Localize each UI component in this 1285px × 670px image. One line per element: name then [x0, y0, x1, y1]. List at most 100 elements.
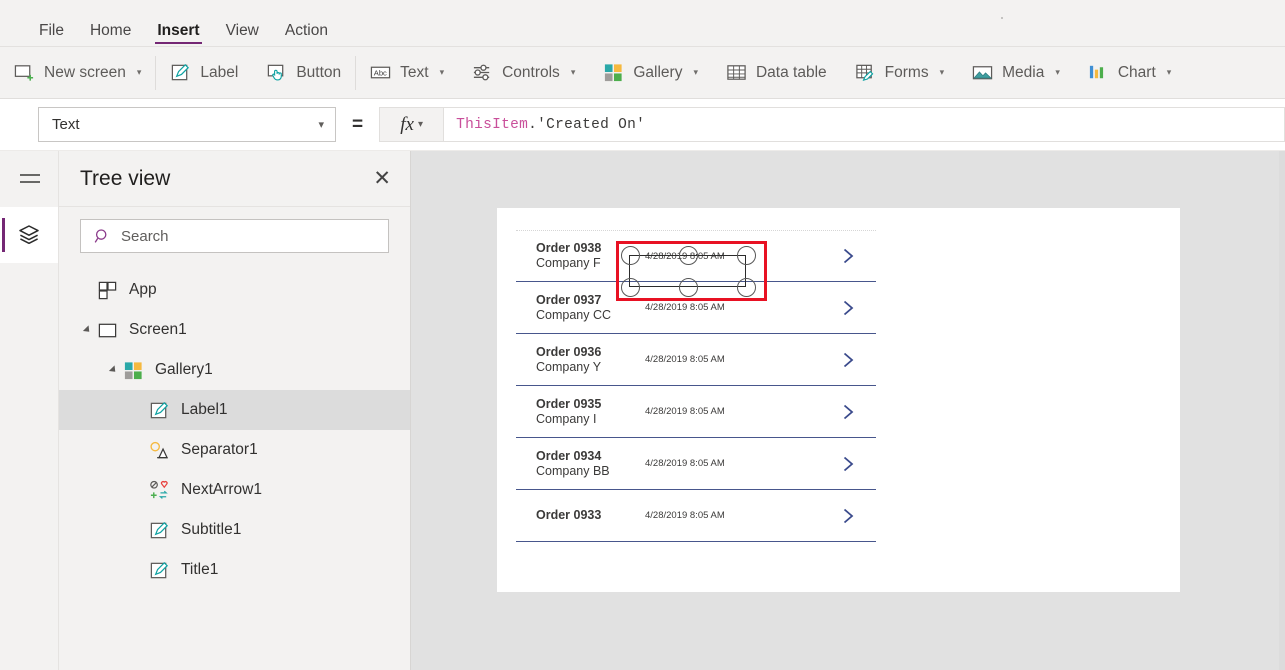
power-apps-studio-window: File Home Insert View Action New screen …: [0, 0, 1285, 670]
forms-icon: [855, 64, 874, 82]
chevron-down-icon: ▾: [1055, 67, 1060, 77]
next-arrow-chevron-icon[interactable]: [838, 246, 858, 266]
tree-view-rail-button[interactable]: [0, 207, 58, 263]
expander-triangle-icon[interactable]: [82, 325, 93, 335]
gallery-row-subtitle: Company I: [536, 411, 597, 426]
ribbon-media-button[interactable]: Media ▾: [958, 47, 1074, 98]
fx-label: fx: [400, 113, 414, 135]
app-screen-preview[interactable]: Order 0938 Company F 4/28/2019 8:05 AM O…: [497, 208, 1180, 592]
chevron-down-icon: ▾: [318, 119, 324, 131]
menu-item-file[interactable]: File: [26, 22, 77, 47]
ribbon-label: Data table: [755, 63, 827, 81]
ribbon-button-button[interactable]: Button: [252, 47, 355, 98]
tree-node-label: Subtitle1: [181, 521, 242, 538]
ribbon-label: Media: [1002, 63, 1045, 81]
gallery-row-date: 4/28/2019 8:05 AM: [645, 458, 725, 469]
tree-node-label: NextArrow1: [181, 481, 262, 498]
gallery-row[interactable]: Order 0935 Company I 4/28/2019 8:05 AM: [516, 386, 876, 438]
next-arrow-chevron-icon[interactable]: [838, 454, 858, 474]
insert-ribbon: New screen ▾ Label Button Abc Text ▾ Con…: [0, 46, 1285, 99]
ribbon-label: Gallery: [633, 63, 683, 81]
hamburger-icon: [19, 174, 40, 183]
chevron-down-icon: ▾: [439, 67, 445, 77]
search-input[interactable]: Search: [80, 219, 389, 253]
ribbon-chart-button[interactable]: Chart ▾: [1074, 47, 1185, 98]
fx-button[interactable]: fx ▾: [379, 107, 445, 142]
button-icon: [268, 64, 284, 81]
hamburger-menu-button[interactable]: [0, 151, 59, 207]
next-arrow-chevron-icon[interactable]: [838, 402, 858, 422]
ribbon-forms-button[interactable]: Forms ▾: [841, 47, 958, 98]
gallery-row[interactable]: Order 0934 Company BB 4/28/2019 8:05 AM: [516, 438, 876, 490]
formula-token-object: ThisItem: [456, 116, 529, 133]
next-arrow-chevron-icon[interactable]: [838, 298, 858, 318]
left-icon-rail: [0, 151, 59, 670]
tree-node-label1[interactable]: Label1: [59, 390, 410, 430]
label-icon: [150, 401, 169, 418]
gallery-row[interactable]: Order 0933 4/28/2019 8:05 AM: [516, 490, 876, 542]
ribbon-new-screen-button[interactable]: New screen ▾: [0, 47, 155, 98]
ribbon-text-button[interactable]: Abc Text ▾: [356, 47, 458, 98]
tree-node-label: Gallery1: [155, 361, 213, 378]
property-dropdown[interactable]: Text ▾: [38, 107, 336, 142]
tree-node-screen1[interactable]: Screen1: [59, 310, 410, 350]
equals-sign: =: [352, 113, 364, 135]
gallery-row-date: 4/28/2019 8:05 AM: [645, 302, 725, 313]
menu-item-view[interactable]: View: [213, 22, 272, 47]
tree-node-label: App: [129, 281, 157, 298]
gallery-row[interactable]: Order 0937 Company CC 4/28/2019 8:05 AM: [516, 282, 876, 334]
gallery-row-date: 4/28/2019 8:05 AM: [645, 354, 725, 365]
label-icon: [150, 521, 169, 538]
media-image-icon: [972, 66, 993, 80]
tree-node-gallery1[interactable]: Gallery1: [59, 350, 410, 390]
menu-item-action[interactable]: Action: [272, 22, 341, 47]
menu-item-home[interactable]: Home: [77, 22, 144, 47]
gallery-row[interactable]: Order 0936 Company Y 4/28/2019 8:05 AM: [516, 334, 876, 386]
chevron-down-icon: ▾: [1166, 67, 1172, 77]
chevron-down-icon: ▾: [136, 67, 142, 77]
gallery-row-date: 4/28/2019 8:05 AM: [645, 510, 725, 521]
ribbon-label-button[interactable]: Label: [156, 47, 252, 98]
layers-icon: [19, 225, 39, 245]
ribbon-label: Text: [400, 63, 429, 81]
tree-node-title1[interactable]: Title1: [59, 550, 410, 590]
tree-node-app[interactable]: App: [59, 270, 410, 310]
ribbon-controls-button[interactable]: Controls ▾: [458, 47, 589, 98]
tree-node-separator1[interactable]: Separator1: [59, 430, 410, 470]
chevron-down-icon: ▾: [570, 67, 576, 77]
tree-view-panel: Tree view ✕ Search App Screen1 Gallery1 …: [59, 151, 411, 670]
gallery-row-title: Order 0936: [536, 344, 602, 359]
ribbon-data-table-button[interactable]: Data table: [712, 47, 841, 98]
data-table-icon: [727, 65, 746, 80]
label-icon: [150, 561, 169, 578]
tree-node-subtitle1[interactable]: Subtitle1: [59, 510, 410, 550]
canvas-area[interactable]: Order 0938 Company F 4/28/2019 8:05 AM O…: [411, 151, 1285, 670]
ribbon-label: Forms: [884, 63, 929, 81]
ribbon-label: Controls: [502, 63, 560, 81]
gallery-control[interactable]: Order 0938 Company F 4/28/2019 8:05 AM O…: [516, 230, 876, 550]
gallery-row[interactable]: Order 0938 Company F 4/28/2019 8:05 AM: [516, 230, 876, 282]
gallery-row-text: Order 0937 Company CC: [536, 293, 631, 323]
expander-triangle-icon[interactable]: [108, 365, 119, 375]
status-dot: [1001, 17, 1003, 19]
formula-token-property: .'Created On': [528, 116, 646, 133]
tree-node-nextarrow1[interactable]: NextArrow1: [59, 470, 410, 510]
formula-bar: Text ▾ = fx ▾ ThisItem .'Created On': [0, 99, 1285, 151]
close-icon[interactable]: ✕: [373, 168, 391, 189]
formula-input[interactable]: ThisItem .'Created On': [444, 107, 1285, 142]
ribbon-gallery-button[interactable]: Gallery ▾: [589, 47, 712, 98]
next-arrow-chevron-icon[interactable]: [838, 506, 858, 526]
chevron-down-icon: ▾: [939, 67, 945, 77]
ribbon-label: Chart: [1117, 63, 1156, 81]
gallery-row-title: Order 0933: [536, 508, 602, 522]
app-icon: [98, 281, 117, 299]
canvas-scrollbar[interactable]: [1279, 151, 1285, 670]
chevron-down-icon: ▾: [693, 67, 698, 77]
next-arrow-chevron-icon[interactable]: [838, 350, 858, 370]
gallery-row-subtitle: Company Y: [536, 359, 602, 374]
gallery-row-text: Order 0938 Company F: [536, 241, 631, 271]
gallery-icon: [605, 64, 622, 82]
gallery-row-title: Order 0934: [536, 448, 602, 463]
menu-item-insert[interactable]: Insert: [144, 22, 212, 47]
text-abc-icon: Abc: [370, 66, 391, 79]
